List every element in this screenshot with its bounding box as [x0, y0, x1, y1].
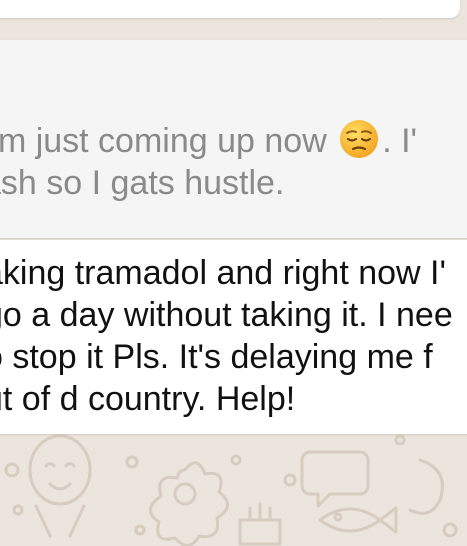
quoted-message-line-1: I'm just coming up now . I': [0, 118, 417, 162]
quoted-message-line-2: ash so I gats hustle.: [0, 164, 285, 202]
quoted-text-after-emoji: . I': [382, 122, 418, 160]
message-line-3: o stop it Pls. It's delaying me f: [0, 338, 433, 376]
quoted-text-before-emoji: I'm just coming up now: [0, 122, 327, 160]
previous-message-bubble[interactable]: [0, 0, 460, 18]
message-line-2: go a day without taking it. I nee: [0, 296, 453, 334]
quoted-message-text: I'm just coming up now . I' ash so I gat…: [0, 118, 417, 204]
incoming-message-text: aking tramadol and right now I' go a day…: [0, 252, 453, 420]
quoted-message-bubble[interactable]: I'm just coming up now . I' ash so I gat…: [0, 40, 467, 238]
incoming-message-bubble[interactable]: aking tramadol and right now I' go a day…: [0, 240, 467, 434]
pensive-face-emoji-icon: [338, 118, 380, 160]
message-line-4: ut of d country. Help!: [0, 380, 296, 418]
message-line-1: aking tramadol and right now I': [0, 254, 446, 292]
